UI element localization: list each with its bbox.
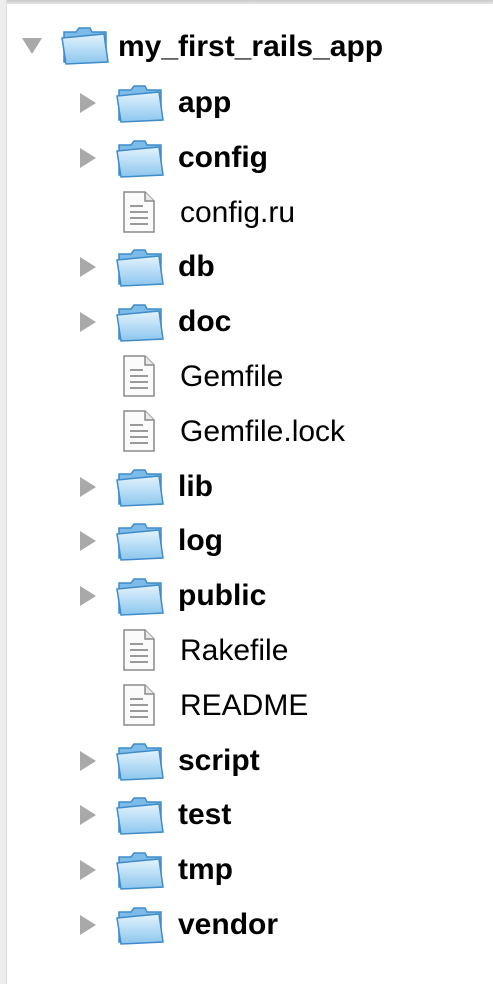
disclosure-triangle-collapsed-icon[interactable] [80,860,96,881]
folder-icon [115,849,165,891]
tree-folder-row[interactable]: vendor [0,898,493,953]
disclosure-triangle-expanded-icon[interactable] [22,38,42,54]
folder-icon [115,301,165,343]
folder-icon [115,137,165,179]
folder-name-label: tmp [178,853,233,887]
folder-icon [115,82,165,124]
document-icon [121,190,157,234]
file-name-label: README [180,688,309,722]
disclosure-triangle-collapsed-icon[interactable] [80,531,96,552]
document-icon [121,354,157,398]
disclosure-triangle-collapsed-icon[interactable] [80,914,96,935]
folder-name-label: log [178,524,223,558]
folder-name-label: doc [178,305,232,339]
file-name-label: Rakefile [180,633,289,667]
tree-folder-row[interactable]: lib [0,460,493,515]
folder-name-label: public [178,579,267,613]
folder-icon [115,794,165,836]
disclosure-triangle-collapsed-icon[interactable] [80,750,96,771]
folder-name-label: test [178,798,232,832]
disclosure-triangle-collapsed-icon[interactable] [80,586,96,607]
folder-name-label: vendor [178,907,279,941]
tree-file-row[interactable]: Rakefile [0,624,493,679]
folder-icon [115,466,165,508]
tree-folder-row[interactable]: doc [0,295,493,350]
tree-folder-row[interactable]: script [0,734,493,789]
document-icon [121,409,157,453]
tree-file-row[interactable]: config.ru [0,186,493,241]
file-name-label: Gemfile.lock [180,414,346,448]
file-name-label: Gemfile [180,359,284,393]
disclosure-triangle-collapsed-icon[interactable] [80,147,96,168]
tree-folder-row[interactable]: log [0,514,493,569]
file-tree: my_first_rails_app app config config.ru [0,18,493,953]
disclosure-triangle-collapsed-icon[interactable] [80,257,96,278]
top-border [0,0,493,4]
folder-icon [115,904,165,946]
folder-icon [115,246,165,288]
disclosure-triangle-collapsed-icon[interactable] [80,312,96,333]
tree-folder-row[interactable]: test [0,788,493,843]
tree-file-row[interactable]: Gemfile.lock [0,405,493,460]
tree-root-label: my_first_rails_app [118,30,384,63]
folder-name-label: db [178,250,215,284]
tree-folder-row[interactable]: app [0,76,493,131]
tree-file-row[interactable]: README [0,679,493,734]
disclosure-triangle-collapsed-icon[interactable] [80,476,96,497]
disclosure-triangle-collapsed-icon[interactable] [80,93,96,113]
disclosure-triangle-collapsed-icon[interactable] [80,805,96,826]
tree-folder-row[interactable]: tmp [0,843,493,898]
tree-root-row[interactable]: my_first_rails_app [0,18,493,76]
folder-name-label: lib [178,469,213,503]
tree-folder-row[interactable]: config [0,131,493,186]
folder-name-label: config [178,140,268,174]
folder-icon [60,24,110,66]
folder-icon [115,740,165,782]
tree-folder-row[interactable]: public [0,569,493,624]
folder-name-label: script [178,743,260,777]
folder-name-label: app [178,86,232,119]
folder-icon [115,520,165,562]
tree-file-row[interactable]: Gemfile [0,350,493,405]
file-name-label: config.ru [180,195,296,229]
document-icon [121,628,157,672]
document-icon [121,683,157,727]
tree-folder-row[interactable]: db [0,240,493,295]
folder-icon [115,575,165,617]
